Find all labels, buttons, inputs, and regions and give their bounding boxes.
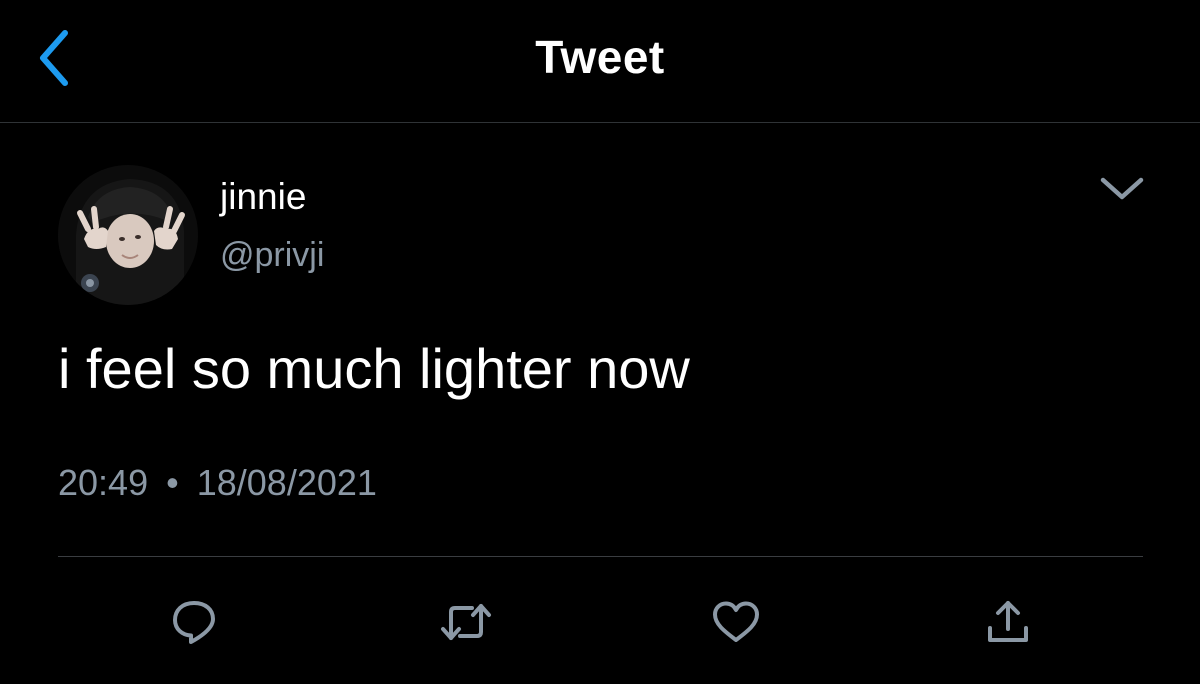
top-bar: Tweet	[0, 0, 1200, 123]
tweet-timestamp: 20:49 • 18/08/2021	[58, 462, 377, 504]
share-icon	[988, 601, 1028, 642]
author-display-name[interactable]: jinnie	[220, 176, 306, 218]
tweet-time[interactable]: 20:49	[58, 462, 148, 503]
chevron-down-icon	[1100, 177, 1144, 200]
author-handle[interactable]: @privji	[220, 236, 324, 275]
timestamp-separator: •	[166, 462, 179, 503]
more-options-button[interactable]	[1094, 168, 1150, 208]
tweet-date[interactable]: 18/08/2021	[197, 462, 377, 503]
avatar[interactable]	[58, 165, 198, 305]
tweet-text: i feel so much lighter now	[58, 337, 690, 400]
retweet-button[interactable]	[438, 596, 494, 648]
divider	[58, 556, 1143, 557]
page-title: Tweet	[535, 31, 665, 83]
reply-button[interactable]	[166, 596, 222, 648]
retweet-icon	[441, 604, 491, 640]
heart-icon	[713, 601, 759, 642]
reply-icon	[173, 601, 215, 644]
share-button[interactable]	[980, 596, 1036, 648]
like-button[interactable]	[708, 596, 764, 648]
